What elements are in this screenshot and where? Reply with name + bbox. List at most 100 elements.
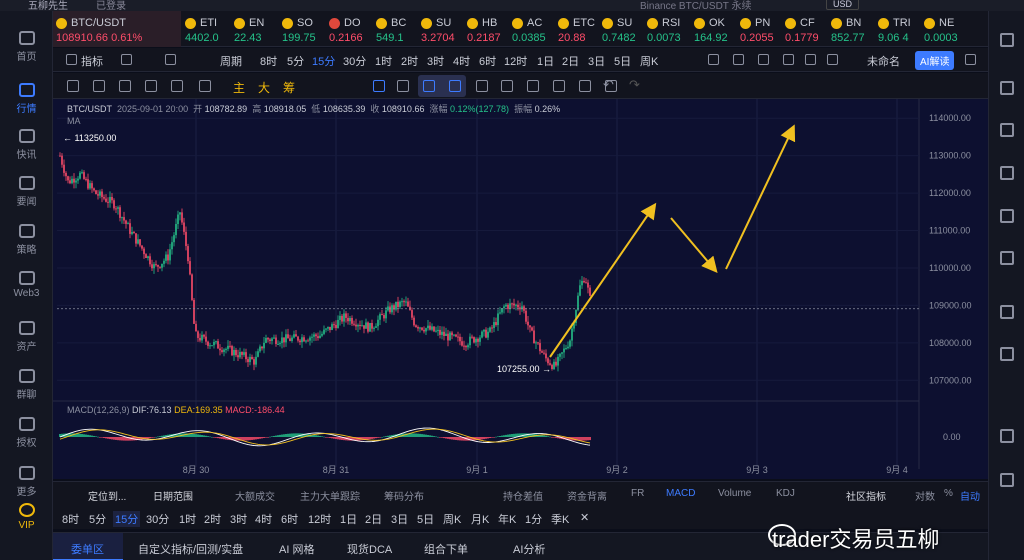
sidebar-item-headlines[interactable]: 要闻 — [0, 176, 53, 208]
ray-icon[interactable] — [93, 80, 105, 92]
tab-kdj[interactable]: KDJ — [776, 488, 795, 499]
period-5m[interactable]: 5分 — [287, 53, 304, 69]
period-year[interactable]: 年K — [498, 511, 516, 527]
undo-icon[interactable]: ↶ — [603, 77, 614, 93]
period-3d[interactable]: 3日 — [391, 511, 408, 527]
sidebar-item-auth[interactable]: 授权 — [0, 417, 53, 449]
fullscreen-icon[interactable] — [783, 54, 794, 65]
tab-ai-grid[interactable]: AI 网格 — [279, 541, 314, 557]
sidebar-item-chat[interactable]: 群聊 — [0, 369, 53, 401]
save-icon[interactable] — [827, 54, 838, 65]
ticker-item[interactable]: RSI 0.0073 — [644, 11, 690, 47]
tab-ai-analysis[interactable]: AI分析 — [513, 541, 545, 557]
currency-select[interactable]: USD — [826, 0, 860, 10]
sidebar-item-home[interactable]: 首页 — [0, 31, 53, 63]
compare-icon[interactable] — [165, 54, 176, 65]
period-2h[interactable]: 2时 — [204, 511, 221, 527]
edit-icon[interactable] — [733, 54, 744, 65]
filter-icon[interactable] — [553, 80, 565, 92]
ticker-item[interactable]: BN 852.77 — [828, 11, 874, 47]
help-icon[interactable] — [1000, 473, 1014, 487]
calendar-icon[interactable] — [1000, 166, 1014, 180]
period-5d[interactable]: 5日 — [614, 53, 631, 69]
period-week[interactable]: 周K — [443, 511, 461, 527]
period-month[interactable]: 月K — [471, 511, 489, 527]
ticker-item[interactable]: SO 199.75 — [279, 11, 325, 47]
panel-icon[interactable] — [1000, 429, 1014, 443]
list-icon[interactable] — [1000, 123, 1014, 137]
cursor-icon[interactable] — [373, 80, 385, 92]
period-week[interactable]: 周K — [640, 53, 658, 69]
delete-icon[interactable] — [579, 80, 591, 92]
copy-icon[interactable] — [501, 80, 513, 92]
calculator-icon[interactable] — [1000, 305, 1014, 319]
period-3h[interactable]: 3时 — [230, 511, 247, 527]
percent-toggle[interactable]: % — [944, 488, 953, 499]
period-1d[interactable]: 1日 — [340, 511, 357, 527]
period-30m[interactable]: 30分 — [343, 53, 366, 69]
rectangle-icon[interactable] — [171, 80, 183, 92]
chips-toggle[interactable]: 筹 — [283, 79, 295, 96]
tab-volume[interactable]: Volume — [718, 488, 751, 499]
share-icon[interactable] — [965, 54, 976, 65]
period-30m[interactable]: 30分 — [146, 511, 169, 527]
ticker-item[interactable]: EN 22.43 — [231, 11, 277, 47]
link-icon[interactable] — [397, 80, 409, 92]
tab-custom-indicator[interactable]: 自定义指标/回测/实盘 — [138, 541, 243, 557]
sidebar-item-assets[interactable]: 资产 — [0, 321, 53, 353]
ticker-item[interactable]: SU 0.7482 — [599, 11, 645, 47]
period-2d[interactable]: 2日 — [365, 511, 382, 527]
ticker-item[interactable]: PN 0.2055 — [737, 11, 783, 47]
period-8h[interactable]: 8时 — [62, 511, 79, 527]
period-12h[interactable]: 12时 — [308, 511, 331, 527]
tab-fr[interactable]: FR — [631, 488, 644, 499]
horizontal-line-icon[interactable] — [145, 80, 157, 92]
date-range-button[interactable]: 日期范围 — [153, 488, 193, 503]
main-toggle[interactable]: 主 — [233, 79, 245, 96]
draw-mode-icon[interactable] — [423, 80, 435, 92]
candle-type-icon[interactable] — [121, 54, 132, 65]
period-6h[interactable]: 6时 — [281, 511, 298, 527]
sidebar-item-market[interactable]: 行情 — [0, 83, 53, 115]
indicator-button[interactable]: 指标 — [81, 53, 103, 69]
period-1min[interactable]: 1分 — [525, 511, 542, 527]
sidebar-item-more[interactable]: 更多 — [0, 466, 53, 498]
period-1h[interactable]: 1时 — [179, 511, 196, 527]
period-15m[interactable]: 15分 — [312, 53, 335, 69]
tab-chips[interactable]: 筹码分布 — [384, 488, 424, 503]
period-2d[interactable]: 2日 — [562, 53, 579, 69]
sidebar-item-flash[interactable]: 快讯 — [0, 129, 53, 161]
tab-order-area[interactable]: 委单区 — [71, 541, 104, 557]
ticker-item[interactable]: OK 164.92 — [691, 11, 737, 47]
auto-toggle[interactable]: 自动 — [960, 488, 980, 503]
ma-label[interactable]: MA — [67, 116, 81, 126]
ticker-item[interactable]: DO 0.2166 — [326, 11, 372, 47]
period-12h[interactable]: 12时 — [504, 53, 527, 69]
magnet-icon[interactable] — [449, 80, 461, 92]
tab-combo-order[interactable]: 组合下单 — [424, 541, 468, 557]
settings-icon[interactable] — [805, 54, 816, 65]
ticker-btc[interactable]: BTC/USDT 108910.66 0.61% — [53, 11, 181, 47]
period-4h[interactable]: 4时 — [255, 511, 272, 527]
tab-macd[interactable]: MACD — [666, 488, 695, 499]
community-indicators[interactable]: 社区指标 — [846, 488, 886, 503]
ai-interpret-button[interactable]: AI解读 — [915, 51, 955, 70]
locate-button[interactable]: 定位到... — [88, 488, 126, 503]
tab-spot-dca[interactable]: 现货DCA — [347, 541, 392, 557]
period-3h[interactable]: 3时 — [427, 53, 444, 69]
tab-main-orders[interactable]: 主力大单跟踪 — [300, 488, 360, 503]
period-8h[interactable]: 8时 — [260, 53, 277, 69]
ticker-item[interactable]: HB 0.2187 — [464, 11, 510, 47]
period-quarter[interactable]: 季K — [551, 511, 569, 527]
parallel-icon[interactable] — [119, 80, 131, 92]
period-3d[interactable]: 3日 — [588, 53, 605, 69]
layout-name[interactable]: 未命名 — [867, 53, 900, 69]
period-1h[interactable]: 1时 — [375, 53, 392, 69]
period-15m[interactable]: 15分 — [113, 511, 141, 527]
pulse-icon[interactable] — [1000, 347, 1014, 361]
tab-position-diff[interactable]: 持仓差值 — [503, 488, 543, 503]
layout-icon[interactable] — [758, 54, 769, 65]
lock-icon[interactable] — [476, 80, 488, 92]
tab-big-trades[interactable]: 大额成交 — [235, 488, 275, 503]
visibility-icon[interactable] — [527, 80, 539, 92]
